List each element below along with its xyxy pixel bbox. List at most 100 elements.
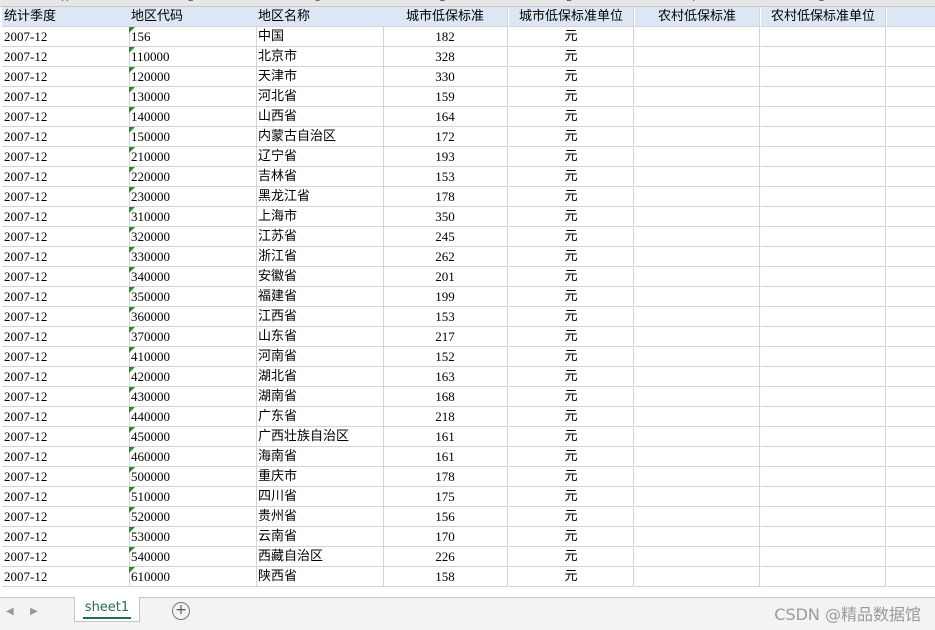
cell-region-code[interactable]: 140000 — [129, 107, 257, 127]
cell-empty[interactable] — [887, 267, 935, 287]
cell-region-name[interactable]: 云南省 — [256, 527, 384, 547]
cell-quarter[interactable]: 2007-12 — [2, 267, 130, 287]
cell-urban-standard[interactable]: 262 — [383, 247, 508, 267]
cell-empty[interactable] — [887, 367, 935, 387]
cell-region-code[interactable]: 450000 — [129, 427, 257, 447]
cell-urban-standard[interactable]: 199 — [383, 287, 508, 307]
cell-region-code[interactable]: 330000 — [129, 247, 257, 267]
cell-region-code[interactable]: 360000 — [129, 307, 257, 327]
cell-quarter[interactable]: 2007-12 — [2, 47, 130, 67]
cell-empty[interactable] — [635, 207, 760, 227]
header-cell-quarter[interactable]: 统计季度 — [2, 7, 130, 27]
cell-empty[interactable] — [761, 427, 886, 447]
cell-empty[interactable] — [761, 467, 886, 487]
cell-urban-standard[interactable]: 168 — [383, 387, 508, 407]
cell-empty[interactable] — [887, 307, 935, 327]
cell-empty[interactable] — [887, 347, 935, 367]
cell-quarter[interactable]: 2007-12 — [2, 127, 130, 147]
cell-quarter[interactable]: 2007-12 — [2, 367, 130, 387]
column-letter-e[interactable]: E — [506, 0, 632, 4]
cell-quarter[interactable]: 2007-12 — [2, 527, 130, 547]
cell-empty[interactable] — [761, 447, 886, 467]
cell-empty[interactable] — [761, 507, 886, 527]
cell-empty[interactable] — [635, 107, 760, 127]
cell-urban-standard[interactable]: 172 — [383, 127, 508, 147]
cell-empty[interactable] — [635, 527, 760, 547]
cell-empty[interactable] — [635, 547, 760, 567]
cell-urban-unit[interactable]: 元 — [509, 227, 634, 247]
cell-empty[interactable] — [887, 147, 935, 167]
cell-region-code[interactable]: 440000 — [129, 407, 257, 427]
cell-region-code[interactable]: 410000 — [129, 347, 257, 367]
header-cell-empty[interactable] — [887, 7, 935, 27]
cell-region-code[interactable]: 370000 — [129, 327, 257, 347]
cell-region-code[interactable]: 500000 — [129, 467, 257, 487]
header-cell-rural-standard[interactable]: 农村低保标准 — [635, 7, 760, 27]
cell-empty[interactable] — [761, 207, 886, 227]
cell-urban-unit[interactable]: 元 — [509, 527, 634, 547]
tab-nav-next-icon[interactable]: ▶ — [30, 606, 38, 617]
cell-region-name[interactable]: 重庆市 — [256, 467, 384, 487]
spreadsheet-grid-area[interactable]: ABCDEFG 统计季度 地区代码 地区名称 城市低保标准 城市低保标准单位 农… — [0, 0, 935, 597]
cell-urban-standard[interactable]: 161 — [383, 447, 508, 467]
cell-urban-unit[interactable]: 元 — [509, 387, 634, 407]
cell-region-name[interactable]: 海南省 — [256, 447, 384, 467]
cell-empty[interactable] — [887, 447, 935, 467]
tab-nav-prev-icon[interactable]: ◀ — [6, 606, 14, 617]
cell-region-name[interactable]: 上海市 — [256, 207, 384, 227]
cell-empty[interactable] — [635, 147, 760, 167]
cell-quarter[interactable]: 2007-12 — [2, 467, 130, 487]
cell-region-code[interactable]: 540000 — [129, 547, 257, 567]
cell-empty[interactable] — [761, 407, 886, 427]
cell-region-name[interactable]: 中国 — [256, 27, 384, 47]
cell-urban-unit[interactable]: 元 — [509, 167, 634, 187]
cell-empty[interactable] — [761, 367, 886, 387]
cell-urban-standard[interactable]: 175 — [383, 487, 508, 507]
cell-empty[interactable] — [635, 227, 760, 247]
cell-empty[interactable] — [761, 87, 886, 107]
cell-empty[interactable] — [761, 567, 886, 587]
cell-urban-unit[interactable]: 元 — [509, 267, 634, 287]
cell-region-name[interactable]: 黑龙江省 — [256, 187, 384, 207]
cell-empty[interactable] — [887, 107, 935, 127]
cell-urban-standard[interactable]: 350 — [383, 207, 508, 227]
cell-region-name[interactable]: 江苏省 — [256, 227, 384, 247]
cell-quarter[interactable]: 2007-12 — [2, 207, 130, 227]
cell-region-name[interactable]: 吉林省 — [256, 167, 384, 187]
cell-quarter[interactable]: 2007-12 — [2, 227, 130, 247]
cell-empty[interactable] — [761, 167, 886, 187]
header-cell-urban-unit[interactable]: 城市低保标准单位 — [509, 7, 634, 27]
cell-empty[interactable] — [635, 287, 760, 307]
cell-empty[interactable] — [635, 467, 760, 487]
cell-region-code[interactable]: 510000 — [129, 487, 257, 507]
cell-urban-unit[interactable]: 元 — [509, 127, 634, 147]
tab-sheet1[interactable]: sheet1 — [74, 597, 140, 622]
cell-quarter[interactable]: 2007-12 — [2, 247, 130, 267]
cell-urban-unit[interactable]: 元 — [509, 67, 634, 87]
cell-region-name[interactable]: 陕西省 — [256, 567, 384, 587]
cell-empty[interactable] — [761, 487, 886, 507]
cell-urban-unit[interactable]: 元 — [509, 187, 634, 207]
cell-urban-standard[interactable]: 156 — [383, 507, 508, 527]
cell-empty[interactable] — [635, 567, 760, 587]
cell-region-code[interactable]: 340000 — [129, 267, 257, 287]
column-letter-g[interactable]: G — [758, 0, 884, 4]
cell-urban-unit[interactable]: 元 — [509, 547, 634, 567]
cell-quarter[interactable]: 2007-12 — [2, 547, 130, 567]
cell-region-code[interactable]: 320000 — [129, 227, 257, 247]
cell-region-name[interactable]: 四川省 — [256, 487, 384, 507]
cell-urban-standard[interactable]: 245 — [383, 227, 508, 247]
cell-empty[interactable] — [887, 427, 935, 447]
cell-empty[interactable] — [635, 407, 760, 427]
cell-empty[interactable] — [635, 27, 760, 47]
cell-empty[interactable] — [635, 67, 760, 87]
cell-urban-unit[interactable]: 元 — [509, 467, 634, 487]
cell-urban-unit[interactable]: 元 — [509, 247, 634, 267]
cell-empty[interactable] — [887, 87, 935, 107]
cell-urban-unit[interactable]: 元 — [509, 507, 634, 527]
cell-region-name[interactable]: 天津市 — [256, 67, 384, 87]
cell-empty[interactable] — [887, 227, 935, 247]
cell-empty[interactable] — [887, 27, 935, 47]
cell-empty[interactable] — [635, 367, 760, 387]
cell-region-code[interactable]: 150000 — [129, 127, 257, 147]
